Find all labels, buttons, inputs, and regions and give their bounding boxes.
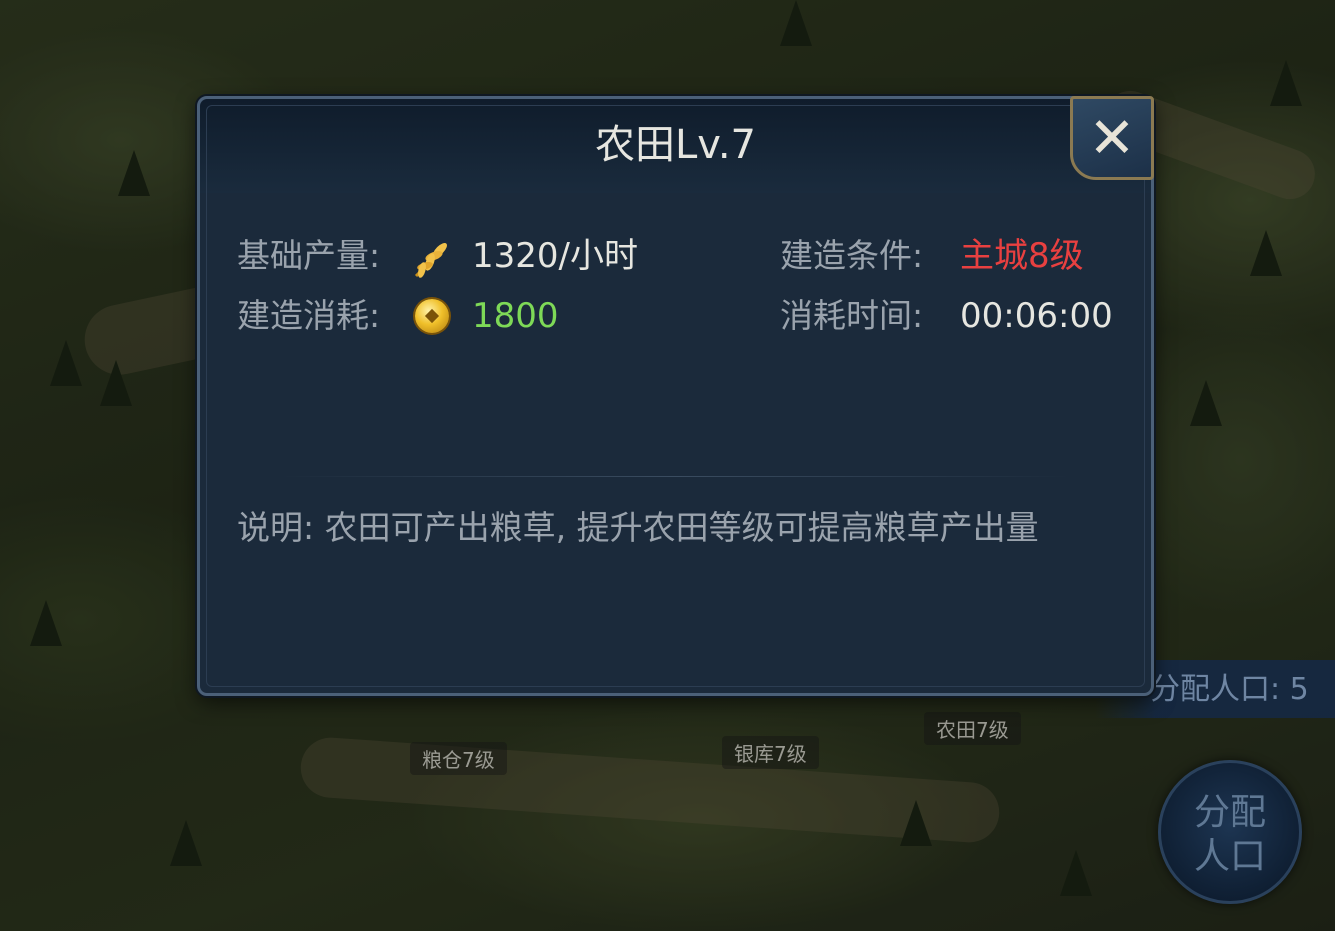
assign-button-label-line2: 人口: [1193, 836, 1266, 877]
map-building-label-granary[interactable]: 粮仓7级: [410, 742, 507, 775]
assign-population-button[interactable]: 分配 人口: [1158, 760, 1302, 904]
base-output-value: 1320/小时: [472, 236, 638, 276]
dialog-inner-border: [206, 105, 1145, 687]
close-icon: ✕: [1088, 106, 1136, 171]
building-info-dialog: 农田Lv.7: [197, 96, 1154, 696]
build-time-label: 消耗时间:: [780, 296, 924, 335]
build-condition-label: 建造条件:: [780, 236, 924, 275]
wheat-icon: [414, 243, 447, 278]
build-condition-value: 主城8级: [960, 236, 1084, 276]
building-description: 说明: 农田可产出粮草, 提升农田等级可提高粮草产出量: [237, 508, 1039, 547]
assign-button-label-line1: 分配: [1193, 792, 1266, 833]
close-button[interactable]: ✕: [1070, 96, 1154, 180]
population-text: 分配人口: 5: [1150, 672, 1309, 707]
dialog-divider: [280, 476, 1070, 477]
map-building-label-farm[interactable]: 农田7级: [924, 712, 1021, 745]
build-cost-value: 1800: [472, 296, 559, 336]
map-building-label-treasury[interactable]: 银库7级: [722, 736, 819, 769]
build-time-value: 00:06:00: [960, 296, 1113, 336]
coin-icon: [415, 299, 449, 333]
base-output-label: 基础产量:: [237, 236, 381, 275]
build-cost-label: 建造消耗:: [237, 296, 381, 335]
